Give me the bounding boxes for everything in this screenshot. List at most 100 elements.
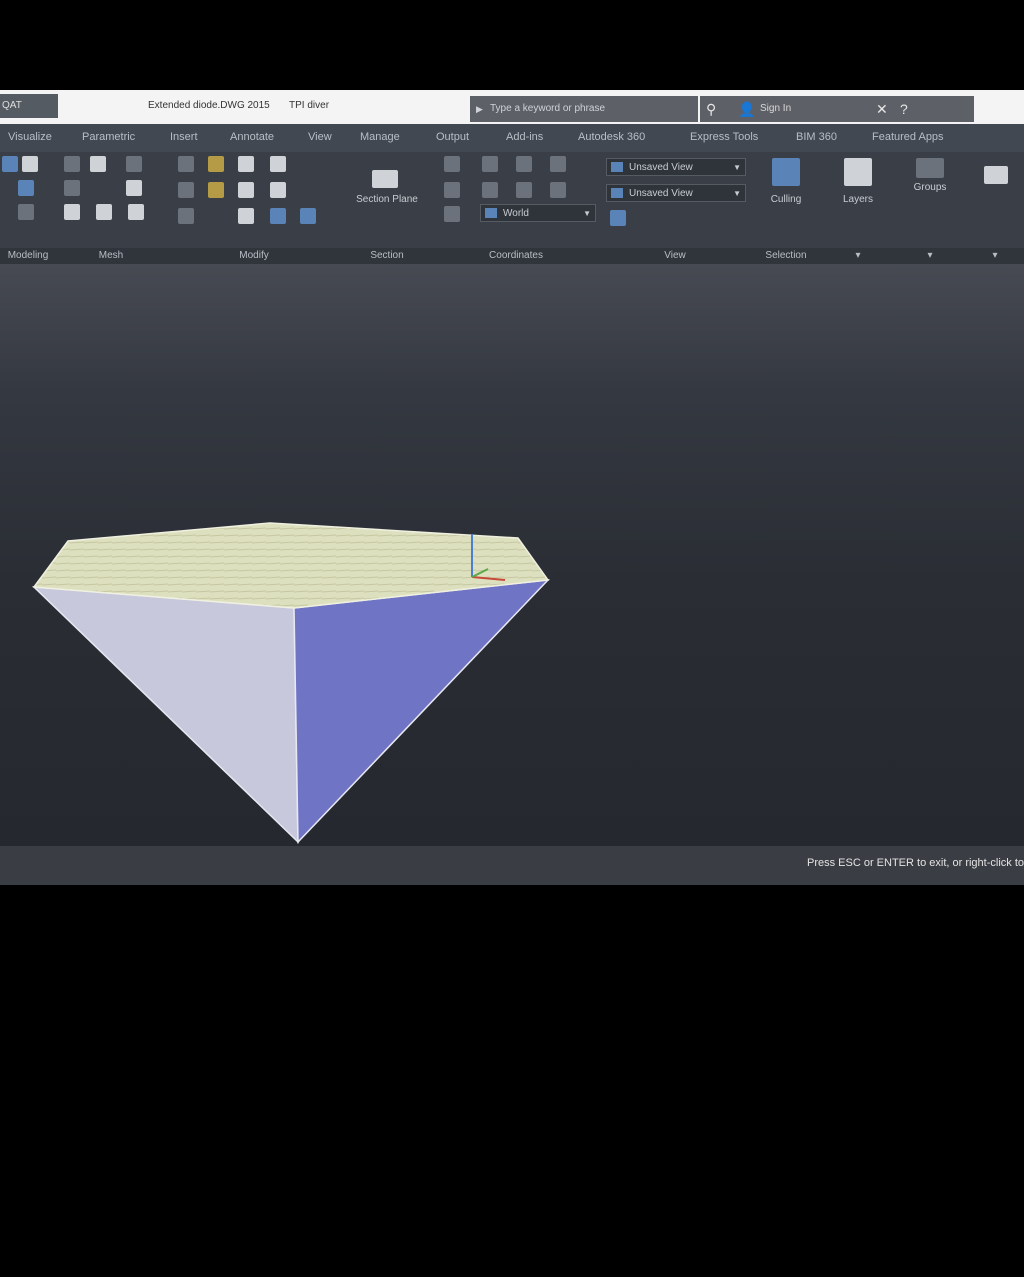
grid-icon[interactable] [300, 208, 316, 224]
move-icon[interactable] [238, 156, 254, 172]
ucs-world-icon[interactable] [444, 206, 460, 222]
fillet-icon[interactable] [178, 208, 194, 224]
visual-style-dropdown[interactable]: Unsaved View ▼ [606, 158, 746, 176]
ucs-z-icon[interactable] [550, 156, 566, 172]
named-view-dropdown[interactable]: Unsaved View ▼ [606, 184, 746, 202]
binoculars-icon[interactable]: ⚲ [706, 101, 716, 117]
ribbon: Modeling Mesh Modify Section Plane Secti… [0, 152, 1024, 264]
groups-label[interactable]: Groups [894, 182, 966, 193]
mesh-cylinder-icon[interactable] [64, 204, 80, 220]
tab-express-tools[interactable]: Express Tools [690, 131, 758, 143]
model-canvas [31, 522, 550, 844]
ucs-view-icon[interactable] [482, 182, 498, 198]
chevron-right-icon: ▶ [476, 104, 483, 114]
sign-in-link[interactable]: Sign In [760, 103, 791, 114]
mesh-crease-icon[interactable] [64, 180, 80, 196]
panel-layers-footer: ▾ [822, 248, 894, 264]
ucs-icon[interactable] [444, 156, 460, 172]
autocad-window: QAT Extended diode.DWG 2015 TPI diver ▶ … [0, 90, 1024, 885]
panel-base: ▾ [966, 152, 1024, 264]
search-input[interactable]: ▶ Type a keyword or phrase [470, 96, 698, 122]
culling-label[interactable]: Culling [750, 194, 822, 205]
intersect-icon[interactable] [178, 182, 194, 198]
mesh-sphere-icon[interactable] [126, 180, 142, 196]
tab-parametric[interactable]: Parametric [82, 131, 135, 143]
presspull-icon[interactable] [18, 180, 34, 196]
panel-modeling-label: Modeling [0, 248, 56, 264]
array-icon[interactable] [270, 208, 286, 224]
box-icon[interactable] [2, 156, 18, 172]
named-view-swatch [611, 188, 623, 198]
ucs-swatch [485, 208, 497, 218]
section-plane-label[interactable]: Section Plane [342, 194, 432, 205]
tab-manage[interactable]: Manage [360, 131, 400, 143]
panel-layers: Layers ▾ [822, 152, 895, 264]
tab-bim-360[interactable]: BIM 360 [796, 131, 837, 143]
command-prompt: Press ESC or ENTER to exit, or right-cli… [807, 857, 1024, 869]
mesh-smooth-icon[interactable] [90, 156, 106, 172]
tab-output[interactable]: Output [436, 131, 469, 143]
panel-groups: Groups ▾ [894, 152, 967, 264]
ucs-x-icon[interactable] [482, 156, 498, 172]
smooth-object-icon[interactable] [18, 204, 34, 220]
ucs-dropdown-value: World [503, 208, 529, 219]
layers-label[interactable]: Layers [822, 194, 894, 205]
command-line[interactable]: Press ESC or ENTER to exit, or right-cli… [0, 846, 1024, 885]
panel-coordinates: World ▼ Coordinates [432, 152, 601, 264]
tab-featured-apps[interactable]: Featured Apps [872, 131, 944, 143]
qat-label: QAT [2, 100, 22, 111]
search-placeholder: Type a keyword or phrase [490, 103, 606, 114]
rotate-icon[interactable] [270, 156, 286, 172]
tab-visualize[interactable]: Visualize [8, 131, 52, 143]
chevron-down-icon: ▼ [583, 209, 591, 218]
panel-view-label: View [600, 248, 750, 264]
viewport-config-icon[interactable] [610, 210, 626, 226]
exchange-icon[interactable]: ✕ [876, 101, 888, 117]
pyramid-left-face [31, 586, 299, 844]
tab-autodesk-360[interactable]: Autodesk 360 [578, 131, 645, 143]
tab-view[interactable]: View [308, 131, 332, 143]
ucs-y-icon[interactable] [516, 156, 532, 172]
mirror-icon[interactable] [270, 182, 286, 198]
help-icon[interactable]: ? [900, 101, 908, 117]
subtract-icon[interactable] [208, 156, 224, 172]
folder-icon[interactable] [984, 166, 1008, 184]
scale-icon[interactable] [238, 182, 254, 198]
ucs-dropdown[interactable]: World ▼ [480, 204, 596, 222]
visual-style-value: Unsaved View [629, 162, 693, 173]
selection-filter-icon[interactable] [772, 158, 800, 186]
panel-mesh: Mesh [56, 152, 167, 264]
mesh-torus-icon[interactable] [128, 204, 144, 220]
panel-solid-editing: Modify [166, 152, 343, 264]
group-icon[interactable] [916, 158, 944, 178]
chevron-down-icon: ▼ [733, 163, 741, 172]
mesh-refine-icon[interactable] [126, 156, 142, 172]
user-icon[interactable]: 👤 [738, 101, 755, 117]
slice-icon[interactable] [208, 182, 224, 198]
panel-mesh-label: Mesh [56, 248, 166, 264]
drawing-viewport[interactable] [0, 264, 1024, 846]
mesh-box-icon[interactable] [64, 156, 80, 172]
extrude-icon[interactable] [22, 156, 38, 172]
layers-icon[interactable] [844, 158, 872, 186]
ucs-origin-icon[interactable] [444, 182, 460, 198]
doc-title-suffix: TPI diver [289, 100, 330, 111]
align-icon[interactable] [238, 208, 254, 224]
union-icon[interactable] [178, 156, 194, 172]
tab-add-ins[interactable]: Add-ins [506, 131, 543, 143]
section-plane-icon[interactable] [372, 170, 398, 188]
quick-access-toolbar[interactable]: QAT [0, 94, 58, 118]
panel-selection: Culling Selection [750, 152, 823, 264]
account-bar: ⚲ 👤 Sign In ✕ ? [700, 96, 974, 122]
panel-groups-footer: ▾ [894, 248, 966, 264]
visual-style-swatch [611, 162, 623, 172]
panel-section: Section Plane Section [342, 152, 433, 264]
panel-modeling: Modeling [0, 152, 57, 264]
panel-section-label: Section [342, 248, 432, 264]
ucs-face-icon[interactable] [550, 182, 566, 198]
ucs-object-icon[interactable] [516, 182, 532, 198]
tab-annotate[interactable]: Annotate [230, 131, 274, 143]
panel-coordinates-label: Coordinates [432, 248, 600, 264]
mesh-cone-icon[interactable] [96, 204, 112, 220]
tab-insert[interactable]: Insert [170, 131, 198, 143]
